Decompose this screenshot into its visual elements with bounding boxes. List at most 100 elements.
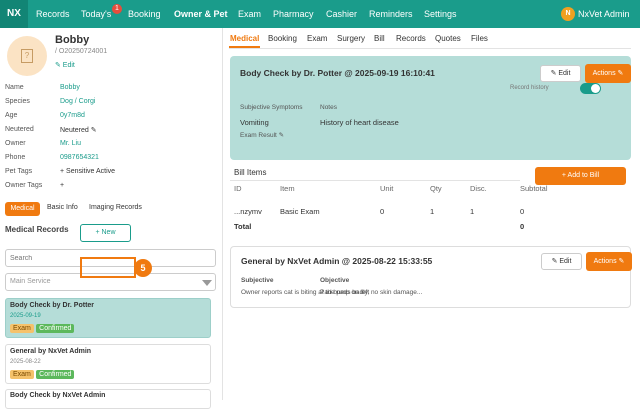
nav-settings[interactable]: Settings (424, 0, 457, 28)
right-tab-medical[interactable]: Medical (230, 34, 259, 43)
nav-reminders[interactable]: Reminders (369, 0, 413, 28)
add-to-bill-button[interactable]: + Add to Bill (535, 167, 626, 185)
field-label-age: Age (5, 112, 18, 119)
user-name[interactable]: NxVet Admin (578, 0, 630, 28)
medical-record-title: General by NxVet Admin @ 2025-08-22 15:3… (241, 256, 433, 266)
bill-header-unit: Unit (380, 184, 394, 193)
record-card-title: Body Check by Dr. Potter (10, 302, 95, 309)
chevron-down-icon (202, 280, 212, 286)
right-tab-quotes[interactable]: Quotes (435, 34, 461, 43)
medical-record-card: General by NxVet Admin @ 2025-08-22 15:3… (230, 246, 632, 308)
record-card[interactable]: Body Check by NxVet Admin (5, 389, 211, 409)
exam-result-label[interactable]: Exam Result ✎ (240, 131, 284, 139)
record-card[interactable]: General by NxVet Admin 2025-08-22 Exam C… (5, 344, 211, 384)
bill-title-divider (230, 180, 520, 181)
top-navbar: NX Records Today's 1 Booking Owner & Pet… (0, 0, 640, 28)
new-record-button[interactable]: + New (80, 224, 131, 242)
record-history-toggle[interactable] (580, 83, 601, 94)
confirmed-tag: Confirmed (36, 324, 75, 333)
right-tab-booking[interactable]: Booking (268, 34, 297, 43)
objective-value: Pad bump on left (320, 289, 370, 296)
right-tab-surgery[interactable]: Surgery (337, 34, 365, 43)
objective-label: Objective (320, 277, 350, 284)
panel-divider (222, 28, 223, 400)
nav-owner-pet[interactable]: Owner & Pet (174, 0, 228, 28)
medical-record-title: Body Check by Dr. Potter @ 2025-09-19 16… (240, 68, 435, 78)
pet-id: / O20250724001 (55, 48, 108, 55)
record-card[interactable]: Body Check by Dr. Potter 2025-09-19 Exam… (5, 298, 211, 338)
left-tab-imaging-records[interactable]: Imaging Records (89, 204, 142, 211)
nav-exam[interactable]: Exam (238, 0, 261, 28)
nav-booking[interactable]: Booking (128, 0, 161, 28)
edit-record-button[interactable]: ✎ Edit (541, 253, 582, 270)
left-tab-medical[interactable]: Medical (5, 202, 40, 216)
field-label-owner-tags: Owner Tags (5, 182, 43, 189)
bill-header-subtotal: Subtotal (520, 184, 548, 193)
field-value-age[interactable]: 0y7m8d (60, 112, 85, 119)
medical-record-card: Body Check by Dr. Potter @ 2025-09-19 16… (230, 56, 631, 160)
field-label-name: Name (5, 84, 24, 91)
bill-header-qty: Qty (430, 184, 442, 193)
field-value-owner[interactable]: Mr. Liu (60, 140, 81, 147)
pet-name: Bobby (55, 34, 90, 46)
nav-todays[interactable]: Today's (81, 0, 111, 28)
annotation-marker: 5 (134, 259, 152, 277)
record-card-title: Body Check by NxVet Admin (10, 392, 106, 399)
bill-cell-disc: 1 (470, 207, 475, 216)
bill-header-id: ID (234, 184, 242, 193)
notes-value: History of heart disease (320, 118, 399, 127)
exam-tag: Exam (10, 324, 34, 333)
record-card-date: 2025-09-19 (10, 313, 41, 319)
field-value-name[interactable]: Bobby (60, 84, 80, 91)
bill-header-disc: Disc. (470, 184, 487, 193)
bill-cell-qty: 1 (430, 207, 435, 216)
confirmed-tag: Confirmed (36, 370, 75, 379)
record-history-label: Record history (510, 85, 549, 91)
right-tab-bill[interactable]: Bill (374, 34, 385, 43)
bill-header-item: Item (280, 184, 295, 193)
record-card-tags: Exam Confirmed (10, 323, 75, 333)
pet-photo-placeholder-icon: ? (21, 49, 33, 63)
notes-label: Notes (320, 104, 337, 111)
record-card-date: 2025-08-22 (10, 359, 41, 365)
field-label-phone: Phone (5, 154, 26, 161)
bill-total-label: Total (234, 222, 252, 231)
bill-cell-subtotal: 0 (520, 207, 525, 216)
field-label-species: Species (5, 98, 30, 105)
left-tab-basic-info[interactable]: Basic Info (47, 204, 78, 211)
field-label-pet-tags: Pet Tags (5, 168, 33, 175)
toggle-knob (591, 84, 600, 93)
pet-avatar: ? (7, 36, 47, 76)
nav-cashier[interactable]: Cashier (326, 0, 357, 28)
bill-total-value: 0 (520, 222, 525, 231)
field-value-species[interactable]: Dog / Corgi (60, 98, 95, 105)
field-value-pet-tags[interactable]: + Sensitive Active (60, 168, 115, 175)
subjective-symptoms-label: Subjective Symptoms (240, 104, 303, 111)
subjective-symptoms-value: Vomiting (240, 118, 269, 127)
field-value-owner-tags[interactable]: + (60, 182, 64, 189)
medical-records-title: Medical Records (5, 225, 69, 234)
user-avatar[interactable]: N (561, 7, 575, 21)
nav-records[interactable]: Records (36, 0, 70, 28)
nav-pharmacy[interactable]: Pharmacy (273, 0, 314, 28)
field-value-neutered[interactable]: Neutered ✎ (60, 126, 97, 134)
bill-cell-id: ...nzymv (234, 207, 262, 216)
bill-cell-item: Basic Exam (280, 207, 320, 216)
actions-button[interactable]: Actions ✎ (586, 252, 632, 271)
todays-count-badge: 1 (112, 4, 122, 14)
field-value-phone[interactable]: 0987654321 (60, 154, 99, 161)
record-card-tags: Exam Confirmed (10, 369, 75, 379)
field-label-neutered: Neutered (5, 126, 34, 133)
right-tab-records[interactable]: Records (396, 34, 426, 43)
tabs-baseline (229, 48, 631, 49)
pet-edit-link[interactable]: ✎ Edit (55, 61, 75, 69)
bill-cell-unit: 0 (380, 207, 385, 216)
record-card-title: General by NxVet Admin (10, 348, 92, 355)
subjective-label: Subjective (241, 277, 274, 284)
actions-button[interactable]: Actions ✎ (585, 64, 631, 83)
field-label-owner: Owner (5, 140, 26, 147)
edit-record-button[interactable]: ✎ Edit (540, 65, 581, 82)
right-tab-files[interactable]: Files (471, 34, 488, 43)
app-logo[interactable]: NX (0, 0, 28, 28)
right-tab-exam[interactable]: Exam (307, 34, 327, 43)
